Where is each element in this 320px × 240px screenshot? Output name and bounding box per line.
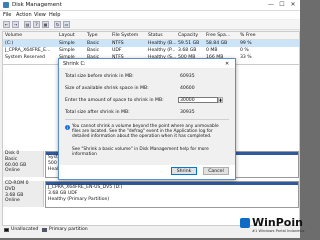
cell-free-space: 0 MB [206,48,218,53]
legend-unallocated: Unallocated [11,227,39,232]
refresh-icon[interactable]: ↻ [54,21,61,28]
menu-file[interactable]: File [3,12,11,18]
cell-capacity: 59.51 GB [178,41,200,46]
total-size-before-value: 60935 [180,74,195,79]
title-bar: Disk Management — ☐ ✕ [0,0,300,11]
cell-type: Basic [87,48,100,53]
cell-file-system: NTFS [112,41,124,46]
menu-action[interactable]: Action [16,12,32,18]
menu-help[interactable]: Help [49,12,60,18]
shrink-dialog: Shrink C: ✕ Total size before shrink in … [58,58,236,180]
col-volume[interactable]: Volume [5,33,22,38]
disk-status: Online [5,198,20,204]
available-shrink-value: 40600 [180,86,195,91]
menu-bar: File Action View Help [0,11,300,19]
console-icon[interactable]: ▤ [24,21,31,28]
divider [65,119,229,120]
help-icon[interactable]: ? [33,21,40,28]
cell-percent-free: 99 % [240,41,252,46]
spin-down-icon[interactable]: ▼ [219,100,222,103]
watermark-subtitle: #1 Windows Portal Indonesia [252,229,305,233]
cdrom-0-label[interactable]: CD-ROM 0 DVD 3.68 GB Online [3,181,44,207]
partition-dvd[interactable]: J_CPRA_X64FRE_EN-US_DV5 (D:) 3.68 GB UDF… [45,181,299,208]
disk-icon[interactable]: ▭ [63,21,70,28]
info-icon: i [65,125,70,130]
cell-file-system: UDF [112,48,122,53]
shrink-note: You cannot shrink a volume beyond the po… [72,124,219,140]
cell-type: Basic [87,41,100,46]
disk-management-icon [3,2,9,8]
total-size-after-value: 30935 [180,110,195,115]
minimize-button[interactable]: — [266,1,276,9]
close-button[interactable]: ✕ [288,1,298,9]
volume-list-header: Volume Layout Type File System Status Ca… [3,32,299,40]
cell-volume: System Reserved [5,55,45,60]
cell-layout: Simple [59,41,75,46]
available-shrink-label: Size of available shrink space in MB: [65,86,149,91]
shrink-button[interactable]: Shrink [171,167,197,175]
maximize-button[interactable]: ☐ [277,1,287,9]
shrink-help-note: See "Shrink a basic volume" in Disk Mana… [72,147,209,157]
cell-status: Healthy (P... [148,48,176,53]
cell-volume: (C:) [5,41,14,46]
col-layout[interactable]: Layout [59,33,75,38]
cancel-button[interactable]: Cancel [203,167,229,175]
cell-volume: J_CPRA_X64FRE_E... [5,48,51,53]
cell-free-space: 58.84 GB [206,41,228,46]
dialog-title: Shrink C: [63,61,86,67]
col-capacity[interactable]: Capacity [178,33,198,38]
toolbar: ← → ▤ ? ▦ ↻ ▭ [0,20,300,30]
total-size-after-label: Total size after shrink in MB: [65,110,130,115]
winpoin-logo-icon [240,218,250,228]
cell-percent-free: 0 % [240,48,249,53]
forward-icon[interactable]: → [12,21,19,28]
shrink-amount-spinner[interactable]: ▲ ▼ [218,97,223,103]
table-row[interactable]: J_CPRA_X64FRE_E... Simple Basic UDF Heal… [3,47,299,54]
watermark-title: WinPoin [252,216,303,229]
watermark: WinPoin #1 Windows Portal Indonesia [240,216,304,238]
menu-view[interactable]: View [34,12,46,18]
dialog-title-bar: Shrink C: ✕ [59,59,235,69]
dialog-close-button[interactable]: ✕ [225,61,229,67]
cell-layout: Simple [59,48,75,53]
shrink-amount-input[interactable]: 30000 [178,97,218,103]
cell-percent-free: 33 % [240,55,252,60]
table-row[interactable]: (C:) Simple Basic NTFS Healthy (B... 59.… [3,40,299,47]
primary-partition-swatch [42,228,47,232]
properties-icon[interactable]: ▦ [42,21,49,28]
cdrom-0-row: CD-ROM 0 DVD 3.68 GB Online J_CPRA_X64FR… [3,181,299,208]
partition-status: Healthy (Primary Partition) [48,196,110,202]
col-file-system[interactable]: File System [112,33,138,38]
col-percent-free[interactable]: % Free [240,33,256,38]
cell-status: Healthy (B... [148,41,177,46]
shrink-amount-label: Enter the amount of space to shrink in M… [65,98,164,103]
dialog-body: Total size before shrink in MB: 60935 Si… [59,69,235,165]
legend-primary: Primary partition [49,227,88,232]
col-type[interactable]: Type [87,33,98,38]
unallocated-swatch [4,228,9,232]
disk-0-label[interactable]: Disk 0 Basic 60.00 GB Online [3,151,44,177]
col-status[interactable]: Status [148,33,163,38]
back-icon[interactable]: ← [3,21,10,28]
cell-capacity: 3.68 GB [178,48,197,53]
total-size-before-label: Total size before shrink in MB: [65,74,134,79]
legend: Unallocated Primary partition [2,226,222,234]
window-title: Disk Management [12,2,62,8]
disk-status: Online [5,168,20,174]
col-free-space[interactable]: Free Spa... [206,33,230,38]
